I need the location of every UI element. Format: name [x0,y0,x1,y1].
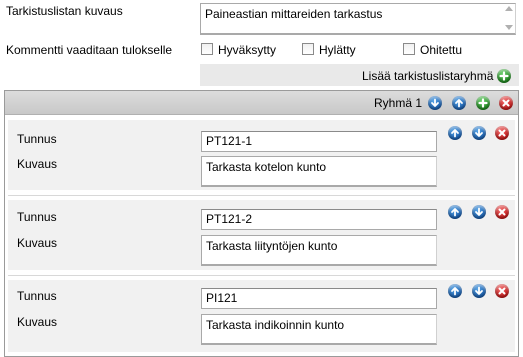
item-id-label: Tunnus [17,132,57,146]
checklist-group-panel: Ryhmä 1 Tunnus PT121-1 Kuvaus Tarkasta k… [4,90,519,357]
item-description-field[interactable]: Tarkasta liityntöjen kunto [201,235,437,266]
option-label-hyvaksytty: Hyväksytty [218,43,277,57]
item-delete-icon[interactable] [495,284,509,298]
option-label-ohitettu: Ohitettu [420,43,463,57]
option-label-hylatty: Hylätty [319,43,356,57]
item-id-input[interactable]: PI121 [201,288,437,309]
item-divider [8,195,515,196]
item-description-value: Tarkasta liityntöjen kunto [206,239,338,253]
group-move-down-icon[interactable] [428,96,442,110]
item-move-up-icon[interactable] [448,126,462,140]
checklist-description-field[interactable]: Paineastian mittareiden tarkastus [200,3,516,35]
add-group-label[interactable]: Lisää tarkistuslistaryhmä [362,69,493,83]
group-move-up-icon[interactable] [452,96,466,110]
checklist-item: Tunnus PT121-1 Kuvaus Tarkasta kotelon k… [8,120,515,190]
comment-required-label: Kommentti vaaditaan tulokselle [6,43,173,57]
item-move-up-icon[interactable] [448,284,462,298]
checkbox-hylatty[interactable] [302,43,314,55]
item-description-label: Kuvaus [17,236,58,250]
item-move-down-icon[interactable] [472,205,486,219]
item-move-up-icon[interactable] [448,205,462,219]
item-divider [8,275,515,276]
checklist-item: Tunnus PT121-2 Kuvaus Tarkasta liityntöj… [8,200,515,270]
checklist-description-label: Tarkistuslistan kuvaus [6,4,123,18]
checkbox-ohitettu[interactable] [403,43,415,55]
group-add-item-plus-icon[interactable] [476,96,490,110]
item-description-field[interactable]: Tarkasta kotelon kunto [201,156,437,187]
scroll-up-icon[interactable] [505,6,513,11]
item-move-down-icon[interactable] [472,126,486,140]
item-id-label: Tunnus [17,210,57,224]
checkbox-hyvaksytty[interactable] [201,43,213,55]
item-id-input[interactable]: PT121-2 [201,209,437,230]
scroll-down-icon[interactable] [505,25,513,30]
group-header: Ryhmä 1 [5,91,518,115]
item-move-down-icon[interactable] [472,284,486,298]
checklist-item: Tunnus PI121 Kuvaus Tarkasta indikoinnin… [8,280,515,352]
item-id-input[interactable]: PT121-1 [201,131,437,152]
item-description-value: Tarkasta indikoinnin kunto [206,318,345,332]
item-id-value: PT121-2 [206,212,253,226]
checklist-description-value: Paineastian mittareiden tarkastus [205,7,383,21]
add-group-plus-icon[interactable] [497,69,511,83]
item-description-field[interactable]: Tarkasta indikoinnin kunto [201,314,437,345]
item-id-value: PT121-1 [206,134,253,148]
group-title: Ryhmä 1 [374,96,423,110]
group-delete-icon[interactable] [499,96,513,110]
item-delete-icon[interactable] [495,126,509,140]
item-id-value: PI121 [206,291,238,305]
item-delete-icon[interactable] [495,205,509,219]
item-description-value: Tarkasta kotelon kunto [206,160,327,174]
item-id-label: Tunnus [17,289,57,303]
item-description-label: Kuvaus [17,157,58,171]
item-description-label: Kuvaus [17,315,58,329]
